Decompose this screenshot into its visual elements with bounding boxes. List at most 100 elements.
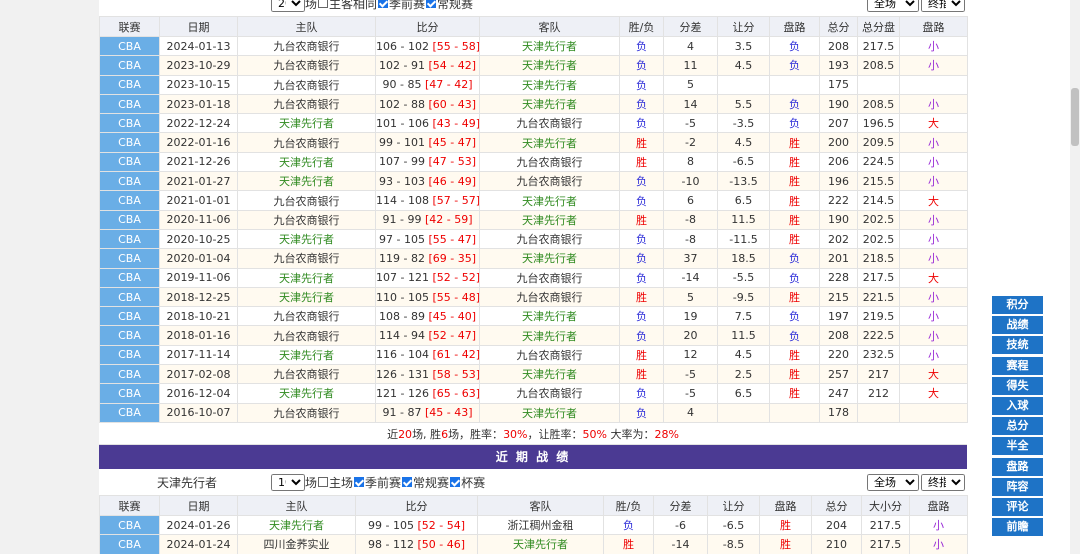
away-team-cell[interactable]: 天津先行者 (479, 55, 620, 76)
table-row[interactable]: CBA 2019-11-06 天津先行者 107 - 121 [52 - 52] 九台农… (99, 267, 968, 288)
away-team-cell[interactable]: 天津先行者 (479, 74, 620, 95)
table-row[interactable]: CBA 2018-01-16 九台农商银行 114 - 94 [52 - 47] 天津先… (99, 325, 968, 346)
table-row[interactable]: CBA 2023-10-29 九台农商银行 102 - 91 [54 - 42] 天津先… (99, 55, 968, 76)
table-row[interactable]: CBA 2023-10-15 九台农商银行 90 - 85 [47 - 42] 天津先行… (99, 74, 968, 95)
home-team-cell[interactable]: 天津先行者 (237, 113, 376, 134)
away-team-cell[interactable]: 浙江稠州金租 (477, 514, 604, 536)
sidebar-nav-item[interactable]: 评论 (991, 497, 1044, 517)
home-team-cell[interactable]: 九台农商银行 (237, 93, 376, 115)
away-team-cell[interactable]: 天津先行者 (479, 190, 620, 211)
home-team-cell[interactable]: 天津先行者 (237, 344, 376, 366)
home-team-cell[interactable]: 天津先行者 (237, 171, 376, 192)
home-team-cell[interactable]: 天津先行者 (237, 151, 376, 173)
table-row[interactable]: CBA 2022-01-16 九台农商银行 99 - 101 [45 - 47] 天津先… (99, 132, 968, 153)
h2h-filter-checkbox-2[interactable] (426, 0, 437, 8)
sidebar-nav-item[interactable]: 阵容 (991, 476, 1044, 497)
away-team-cell[interactable]: 天津先行者 (479, 209, 620, 230)
stat-cell (899, 74, 968, 95)
away-team-cell[interactable]: 九台农商银行 (479, 383, 620, 404)
home-team-cell[interactable]: 九台农商银行 (237, 35, 376, 57)
table-row[interactable]: CBA 2018-10-21 九台农商银行 108 - 89 [45 - 40] 天津先… (99, 306, 968, 327)
away-team-cell[interactable]: 天津先行者 (477, 534, 604, 554)
table-row[interactable]: CBA 2016-10-07 九台农商银行 91 - 87 [45 - 43] 天津先行… (99, 402, 968, 423)
home-team-cell[interactable]: 天津先行者 (237, 514, 356, 536)
table-row[interactable]: CBA 2023-01-18 九台农商银行 102 - 88 [60 - 43] 天津先… (99, 93, 968, 115)
sidebar-nav-item[interactable]: 盘路 (991, 456, 1044, 477)
sidebar-nav-item[interactable]: 得失 (991, 375, 1044, 396)
home-team-cell[interactable]: 九台农商银行 (237, 190, 376, 211)
stat-cell: 221.5 (857, 286, 900, 308)
table-row[interactable]: CBA 2024-01-13 九台农商银行 106 - 102 [55 - 58] 天津… (99, 35, 968, 57)
h2h-count-select[interactable]: 20 (271, 0, 305, 12)
table-row[interactable]: CBA 2020-11-06 九台农商银行 91 - 99 [42 - 59] 天津先行… (99, 209, 968, 230)
away-team-cell[interactable]: 天津先行者 (479, 306, 620, 327)
sidebar-nav-item[interactable]: 赛程 (991, 355, 1044, 376)
stat-cell (899, 402, 968, 423)
home-team-cell[interactable]: 九台农商银行 (237, 325, 376, 346)
recent-switch-select[interactable]: 终指 (921, 473, 965, 491)
home-team-cell[interactable]: 天津先行者 (237, 286, 376, 308)
away-team-cell[interactable]: 天津先行者 (479, 364, 620, 385)
home-team-cell[interactable]: 九台农商银行 (237, 132, 376, 153)
table-header-row: 联赛 日期 主队 比分 客队 胜/负 分差 让分 盘路 总分 总分盘 盘路 (99, 16, 968, 37)
away-team-cell[interactable]: 九台农商银行 (479, 344, 620, 366)
page-scrollbar[interactable] (1070, 0, 1080, 554)
sidebar-nav-item[interactable]: 技统 (991, 335, 1044, 356)
sidebar-nav-item[interactable]: 入球 (991, 396, 1044, 416)
sidebar-nav-item[interactable]: 积分 (991, 295, 1044, 315)
h2h-switch-select[interactable]: 终指 (921, 0, 965, 12)
table-row[interactable]: CBA 2021-01-01 九台农商银行 114 - 108 [57 - 57] 天津… (99, 190, 968, 211)
home-team-cell[interactable]: 九台农商银行 (237, 209, 376, 230)
away-team-cell[interactable]: 天津先行者 (479, 248, 620, 269)
recent-filter-checkbox-3[interactable] (450, 477, 461, 487)
away-team-cell[interactable]: 九台农商银行 (479, 228, 620, 250)
away-team-cell[interactable]: 天津先行者 (479, 402, 620, 423)
h2h-filter-checkbox-1[interactable] (378, 0, 389, 8)
table-row[interactable]: CBA 2021-12-26 天津先行者 107 - 99 [47 - 53] 九台农商… (99, 151, 968, 173)
sidebar-nav-item[interactable]: 总分 (991, 416, 1044, 437)
table-row[interactable]: CBA 2017-11-14 天津先行者 116 - 104 [61 - 42] 九台农… (99, 344, 968, 366)
column-header: 分差 (653, 495, 708, 516)
table-row[interactable]: CBA 2016-12-04 天津先行者 121 - 126 [65 - 63] 九台农… (99, 383, 968, 404)
table-row[interactable]: CBA 2020-10-25 天津先行者 97 - 105 [55 - 47] 九台农商… (99, 228, 968, 250)
home-team-cell[interactable]: 九台农商银行 (237, 248, 376, 269)
home-team-cell[interactable]: 九台农商银行 (237, 306, 376, 327)
table-row[interactable]: CBA 2024-01-24 四川金荞实业 98 - 112 [50 - 46] 天津先… (99, 534, 968, 554)
away-team-cell[interactable]: 九台农商银行 (479, 171, 620, 192)
table-row[interactable]: CBA 2020-01-04 九台农商银行 119 - 82 [69 - 35] 天津先… (99, 248, 968, 269)
away-team-cell[interactable]: 九台农商银行 (479, 267, 620, 288)
scrollbar-thumb[interactable] (1071, 88, 1079, 146)
sidebar-nav-item[interactable]: 半全 (991, 436, 1044, 457)
table-row[interactable]: CBA 2022-12-24 天津先行者 101 - 106 [43 - 49] 九台农… (99, 113, 968, 134)
home-team-cell[interactable]: 九台农商银行 (237, 364, 376, 385)
recent-scope-select[interactable]: 全场 (867, 473, 919, 491)
table-row[interactable]: CBA 2024-01-26 天津先行者 99 - 105 [52 - 54] 浙江稠州… (99, 514, 968, 536)
recent-count-select[interactable]: 10 (271, 473, 305, 491)
home-team-cell[interactable]: 四川金荞实业 (237, 534, 356, 554)
away-team-cell[interactable]: 九台农商银行 (479, 113, 620, 134)
home-team-cell[interactable]: 天津先行者 (237, 228, 376, 250)
recent-filter-checkbox-2[interactable] (402, 477, 413, 487)
table-row[interactable]: CBA 2018-12-25 天津先行者 110 - 105 [55 - 48] 九台农… (99, 286, 968, 308)
away-team-cell[interactable]: 天津先行者 (479, 35, 620, 57)
h2h-scope-select[interactable]: 全场 (867, 0, 919, 12)
away-team-cell[interactable]: 九台农商银行 (479, 286, 620, 308)
sidebar-nav-item[interactable]: 前瞻 (991, 517, 1044, 538)
table-row[interactable]: CBA 2017-02-08 九台农商银行 126 - 131 [58 - 53] 天津… (99, 364, 968, 385)
home-team-cell[interactable]: 九台农商银行 (237, 402, 376, 423)
table-row[interactable]: CBA 2021-01-27 天津先行者 93 - 103 [46 - 49] 九台农商… (99, 171, 968, 192)
away-team-cell[interactable]: 天津先行者 (479, 325, 620, 346)
away-team-cell[interactable]: 天津先行者 (479, 93, 620, 115)
away-team-cell[interactable]: 天津先行者 (479, 132, 620, 153)
sidebar-nav-item[interactable]: 战绩 (991, 315, 1044, 336)
stat-cell: -5.5 (717, 267, 770, 288)
stat-cell: 2021-01-27 (159, 171, 238, 192)
h2h-filter-checkbox-0[interactable] (318, 0, 329, 8)
home-team-cell[interactable]: 九台农商银行 (237, 55, 376, 76)
home-team-cell[interactable]: 九台农商银行 (237, 74, 376, 95)
recent-filter-checkbox-0[interactable] (318, 477, 329, 487)
away-team-cell[interactable]: 九台农商银行 (479, 151, 620, 173)
home-team-cell[interactable]: 天津先行者 (237, 383, 376, 404)
recent-filter-checkbox-1[interactable] (354, 477, 365, 487)
home-team-cell[interactable]: 天津先行者 (237, 267, 376, 288)
